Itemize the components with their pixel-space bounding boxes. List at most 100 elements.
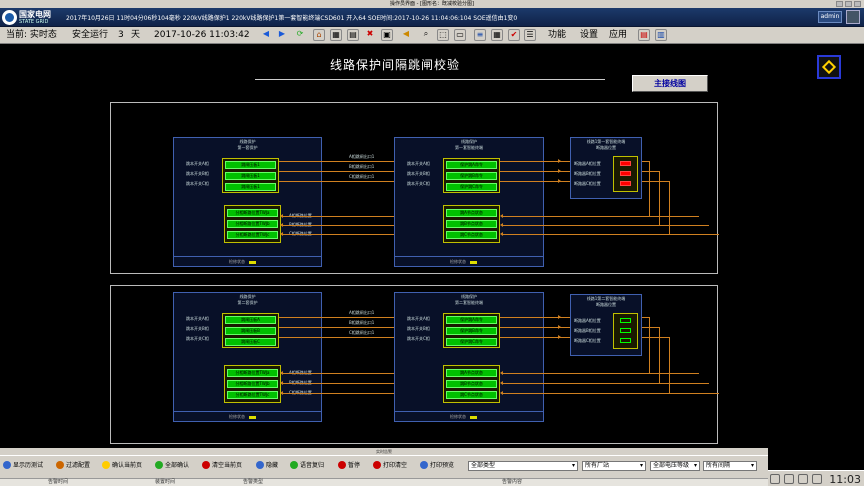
forward-arrow-icon[interactable]: ▶ [276, 29, 288, 41]
position-button[interactable]: 分相断路位置TWJa [227, 209, 278, 217]
breaker-indicator [620, 161, 631, 166]
station-select[interactable]: 所有厂站 [582, 461, 646, 471]
state-grid-logo: 国家电网 STATE GRID [2, 9, 64, 26]
main-diagram-button[interactable]: 主接线图 [632, 75, 708, 92]
arrow-left-icon [280, 391, 283, 395]
voice-icon [290, 460, 298, 469]
trip-output-label: B相跳闸出口1 [349, 320, 375, 325]
window-icon[interactable]: ▤ [347, 29, 359, 41]
node-status-button[interactable]: 跳C节点状态 [446, 391, 497, 399]
trip-command-button[interactable]: 保护跳A命令 [446, 316, 497, 324]
breaker-position-group: 分相断路位置TWJa 分相断路位置TWJb 分相断路位置TWJc [224, 205, 281, 243]
trip-plate-button[interactable]: 跳闸压板B [225, 327, 276, 335]
trip-command-button[interactable]: 保护跳C命令 [446, 338, 497, 346]
trip-plate-button[interactable]: 跳闸压板C [225, 338, 276, 346]
print-preview-button[interactable]: 打印预览 [420, 460, 454, 469]
layer-icon[interactable]: ≡ [474, 29, 486, 41]
key-icon [470, 415, 477, 419]
volume-icon[interactable] [784, 474, 794, 484]
hide-icon [256, 460, 264, 469]
datetime: 2017-10-26 11:03:42 [154, 30, 250, 40]
fit-icon[interactable]: ⬚ [437, 29, 449, 41]
return-wire [503, 383, 709, 384]
node-status-button[interactable]: 跳B节点状态 [446, 380, 497, 388]
alarm-table-header: 告警时间 装置时间 告警类型 告警内容 [0, 478, 768, 486]
menu-settings[interactable]: 设置 [580, 29, 598, 41]
network-icon[interactable] [770, 474, 780, 484]
trip-command-button[interactable]: 保护跳C命令 [446, 183, 497, 191]
zoom-icon[interactable]: ⌕ [420, 29, 432, 41]
node-status-button[interactable]: 跳C节点状态 [446, 231, 497, 239]
grid-icon[interactable]: ▦ [330, 29, 342, 41]
protection-device-1: 线路保护 第一套保护 跳本开关A相 跳本开关B相 跳本开关C相 跳闸压板1 跳闸… [173, 137, 322, 267]
current-state-label[interactable]: 当前: 实时态 [6, 29, 57, 41]
trip-plate-button[interactable]: 跳闸压板1 [225, 172, 276, 180]
filter-config-button[interactable]: 过滤配置 [56, 460, 90, 469]
back-arrow-icon[interactable]: ◀ [260, 29, 272, 41]
main-toolbar: 当前: 实时态 安全运行 3 天 2017-10-26 11:03:42 ◀ ▶… [0, 27, 864, 44]
pause-button[interactable]: 暂停 [338, 460, 360, 469]
days-value: 3 [118, 30, 124, 40]
user-icon[interactable] [846, 10, 860, 24]
trip-plate-group: 跳闸压板A 跳闸压板B 跳闸压板C [222, 313, 279, 348]
trip-plate-button[interactable]: 跳闸压板A [225, 316, 276, 324]
save-icon[interactable]: ▣ [381, 29, 393, 41]
position-button[interactable]: 分相断路位置TWJa [227, 369, 278, 377]
document-icon[interactable]: ▤ [638, 29, 650, 41]
app-icon[interactable] [798, 474, 808, 484]
settings-icon[interactable] [812, 474, 822, 484]
bay-select[interactable]: 所有间隔 [703, 461, 757, 471]
maximize-button[interactable] [845, 1, 852, 7]
button-label: 清空当前页 [212, 462, 243, 469]
trip-command-button[interactable]: 保护跳B命令 [446, 172, 497, 180]
arrow-left-icon [500, 371, 503, 375]
clear-page-button[interactable]: 清空当前页 [202, 460, 242, 469]
navigation-icon[interactable] [817, 55, 841, 79]
arrow-left-icon [280, 223, 283, 227]
trip-plate-button[interactable]: 跳闸压板1 [225, 161, 276, 169]
node-status-button[interactable]: 跳A节点状态 [446, 209, 497, 217]
print-clear-button[interactable]: 打印清空 [373, 460, 407, 469]
maintenance-status: 检修状态 [174, 256, 321, 266]
checkmark-icon [155, 460, 163, 469]
arrow-left-icon [500, 232, 503, 236]
voice-reset-button[interactable]: 语音复归 [290, 460, 324, 469]
trip-plate-button[interactable]: 跳闸压板1 [225, 183, 276, 191]
print-icon[interactable]: ▭ [454, 29, 466, 41]
button-label: 过滤配置 [66, 462, 91, 469]
list-icon[interactable]: ☰ [524, 29, 536, 41]
confirm-all-button[interactable]: 全部确认 [155, 460, 189, 469]
maintenance-status: 检修状态 [395, 411, 543, 421]
feedback-wire [649, 317, 650, 373]
refresh-icon[interactable]: ⟳ [294, 29, 306, 41]
hide-button[interactable]: 隐藏 [256, 460, 278, 469]
position-button[interactable]: 分相断路位置TWJb [227, 380, 278, 388]
trip-output-label: A相跳闸出口1 [349, 154, 375, 159]
user-badge[interactable]: admin [818, 11, 842, 23]
home-icon[interactable]: ⌂ [313, 29, 325, 41]
sound-icon[interactable]: ◀ [400, 29, 412, 41]
stop-icon[interactable]: ✖ [364, 29, 376, 41]
type-select[interactable]: 全部类型 [468, 461, 578, 471]
position-button[interactable]: 分相断路位置TWJc [227, 231, 278, 239]
check-icon[interactable]: ✔ [508, 29, 520, 41]
menu-apps[interactable]: 应用 [609, 29, 627, 41]
table-icon[interactable]: ▦ [491, 29, 503, 41]
chart-icon[interactable]: ▥ [655, 29, 667, 41]
trip-output-label: A相跳闸出口1 [349, 310, 375, 315]
position-button[interactable]: 分相断路位置TWJb [227, 220, 278, 228]
node-status-button[interactable]: 跳A节点状态 [446, 369, 497, 377]
menu-function[interactable]: 功能 [548, 29, 566, 41]
trip-command-button[interactable]: 保护跳A命令 [446, 161, 497, 169]
node-status-button[interactable]: 跳B节点状态 [446, 220, 497, 228]
position-button[interactable]: 分相断路位置TWJc [227, 391, 278, 399]
confirm-page-button[interactable]: 确认当前页 [102, 460, 142, 469]
smart-terminal-2: 线路保护 第二套智能终端 跳本开关A相 跳本开关B相 跳本开关C相 保护跳A命令… [394, 292, 544, 422]
arrow-left-icon [280, 232, 283, 236]
trip-command-button[interactable]: 保护跳B命令 [446, 327, 497, 335]
minimize-button[interactable] [836, 1, 843, 7]
close-button[interactable] [854, 1, 861, 7]
voltage-select[interactable]: 全部电压等级 [650, 461, 700, 471]
show-history-button[interactable]: 显示历测试 [3, 460, 43, 469]
breaker-label: 断路器B相位置 [574, 171, 601, 176]
